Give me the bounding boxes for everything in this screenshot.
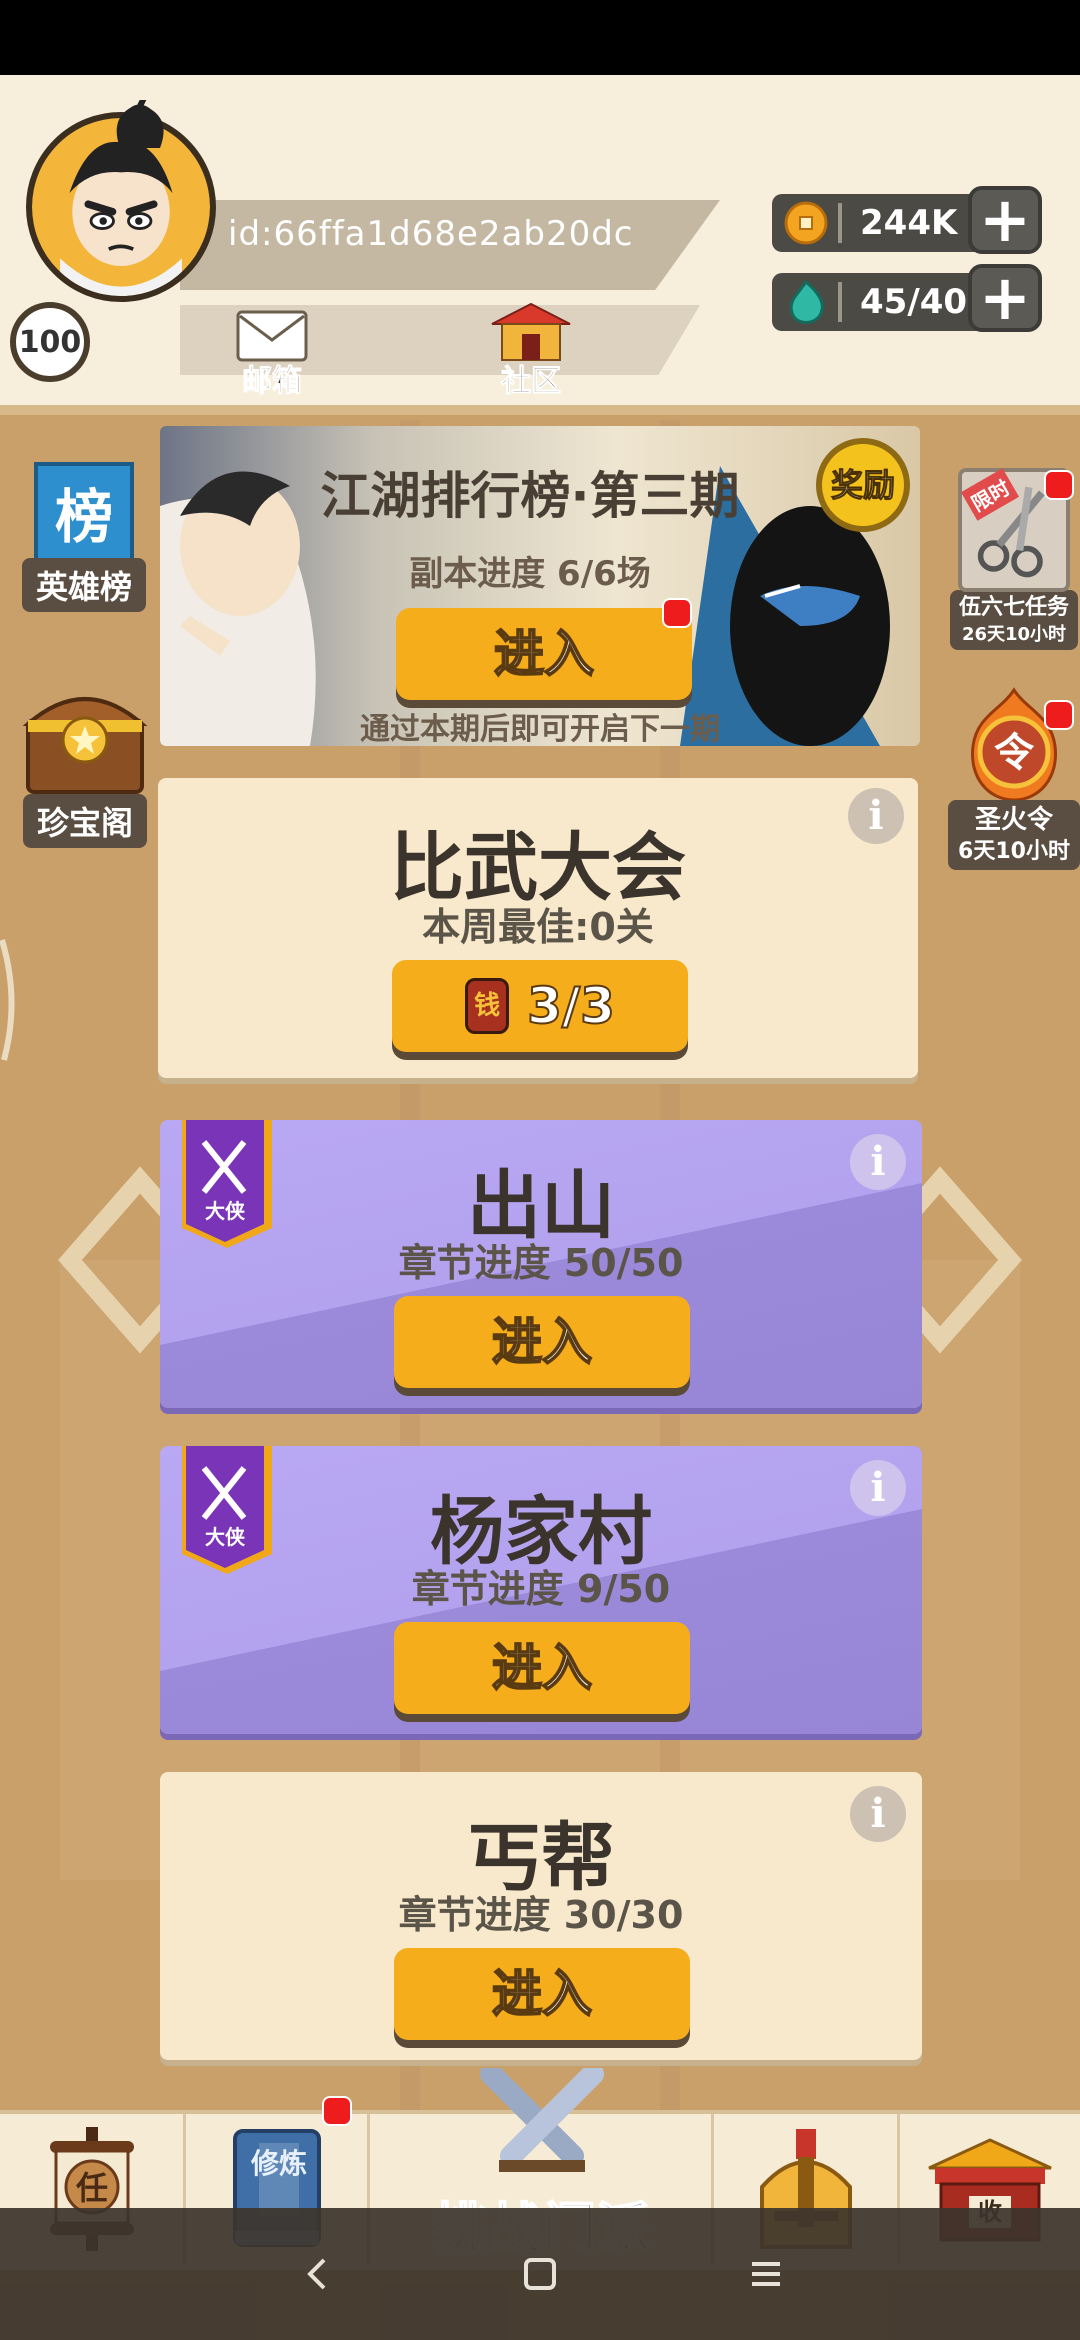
treasure-chest-icon bbox=[22, 697, 148, 794]
ticket-count: 3/3 bbox=[526, 976, 616, 1036]
coin-icon bbox=[784, 201, 828, 245]
stamina-separator bbox=[838, 282, 842, 322]
coin-separator bbox=[838, 203, 842, 243]
enter-button[interactable]: 进入 bbox=[394, 1296, 690, 1388]
coin-value: 244K bbox=[860, 203, 958, 243]
crossed-swords-wrap bbox=[370, 2063, 714, 2182]
token-notification-dot bbox=[1044, 700, 1074, 730]
system-nav-bar bbox=[0, 2208, 1080, 2340]
card-subtitle: 章节进度 9/50 bbox=[411, 1567, 671, 1611]
card-subtitle: 章节进度 50/50 bbox=[398, 1241, 684, 1285]
task-label: 伍六七任务 bbox=[958, 595, 1069, 620]
enter-button[interactable]: 进入 bbox=[394, 1948, 690, 2040]
card-subtitle: 本周最佳:0关 bbox=[422, 905, 654, 949]
banner-enter-button[interactable]: 进入 bbox=[396, 608, 692, 700]
community-label: 社区 bbox=[501, 364, 562, 400]
tournament-card[interactable]: i 比武大会 本周最佳:0关 钱 3/3 bbox=[158, 778, 918, 1078]
mail-icon bbox=[236, 310, 308, 362]
leaderboard-label: 英雄榜 bbox=[22, 558, 146, 612]
banner-progress: 副本进度 6/6场 bbox=[409, 554, 651, 594]
treasure-pavilion-button[interactable]: 珍宝阁 bbox=[22, 680, 148, 848]
stamina-value: 45/40 bbox=[860, 282, 968, 322]
chapter-card[interactable]: 大侠 i 杨家村 章节进度 9/50 进入 bbox=[160, 1446, 922, 1734]
add-coins-button[interactable]: + bbox=[968, 186, 1042, 254]
cultivate-glyph: 修炼 bbox=[249, 2147, 306, 2180]
crossed-swords-icon bbox=[480, 2063, 604, 2172]
enter-button[interactable]: 进入 bbox=[394, 1622, 690, 1714]
token-label-block: 圣火令 6天10小时 bbox=[948, 800, 1080, 871]
tournament-ticket-button[interactable]: 钱 3/3 bbox=[392, 960, 688, 1052]
banner-hint: 通过本期后即可开启下一期 bbox=[360, 712, 720, 746]
mail-label: 邮箱 bbox=[242, 364, 303, 400]
task-label-block: 伍六七任务 26天10小时 bbox=[950, 590, 1078, 650]
token-label: 圣火令 bbox=[974, 805, 1053, 835]
back-icon[interactable] bbox=[298, 2254, 338, 2294]
leaderboard-button[interactable]: 榜 英雄榜 bbox=[22, 462, 146, 612]
community-hall-icon bbox=[491, 302, 571, 361]
level-badge: 100 bbox=[10, 302, 90, 382]
token-countdown: 6天10小时 bbox=[958, 838, 1070, 864]
cultivate-notification-dot bbox=[322, 2096, 352, 2126]
chapter-card[interactable]: i 丐帮 章节进度 30/30 进入 bbox=[160, 1772, 922, 2060]
task-notification-dot bbox=[1044, 470, 1074, 500]
menu-icon[interactable] bbox=[746, 2254, 786, 2294]
card-subtitle: 章节进度 30/30 bbox=[398, 1893, 684, 1937]
ranking-banner[interactable]: 江湖排行榜·第三期 副本进度 6/6场 进入 奖励 通过本期后即可开启下一期 bbox=[160, 426, 920, 746]
plus-icon: + bbox=[979, 261, 1031, 334]
home-icon[interactable] bbox=[520, 2254, 560, 2294]
task-glyph: 任 bbox=[75, 2169, 107, 2207]
add-stamina-button[interactable]: + bbox=[968, 264, 1042, 332]
player-id: id:66ffa1d68e2ab20dc bbox=[228, 214, 634, 254]
community-button[interactable]: 社区 bbox=[488, 300, 574, 400]
topknot-icon bbox=[116, 100, 164, 148]
banner-title: 江湖排行榜·第三期 bbox=[320, 467, 740, 525]
token-glyph: 令 bbox=[994, 730, 1035, 776]
stamina-drop-icon bbox=[789, 279, 824, 324]
leaderboard-icon: 榜 bbox=[34, 462, 134, 562]
ticket-icon: 钱 bbox=[465, 978, 510, 1034]
treasure-label: 珍宝阁 bbox=[23, 794, 147, 848]
banner-notification-dot bbox=[662, 598, 692, 628]
plus-icon: + bbox=[979, 183, 1031, 256]
status-bar bbox=[0, 0, 1080, 75]
chapter-card[interactable]: 大侠 i 出山 章节进度 50/50 进入 bbox=[160, 1120, 922, 1408]
task-countdown: 26天10小时 bbox=[961, 623, 1067, 645]
mail-button[interactable]: 邮箱 bbox=[236, 310, 308, 400]
reward-button[interactable]: 奖励 bbox=[816, 438, 910, 532]
